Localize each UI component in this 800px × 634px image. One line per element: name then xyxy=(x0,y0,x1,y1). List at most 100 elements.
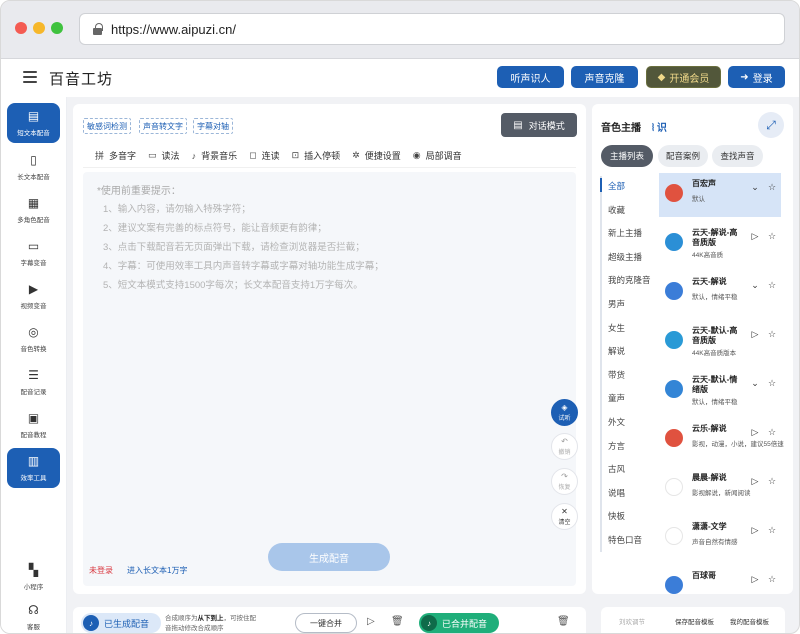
text-input-area[interactable]: *使用前重要提示： 1、输入内容，请勿输入特殊字符； 2、建议文案有完善的标点符… xyxy=(83,172,578,586)
play-icon[interactable]: ▷ xyxy=(750,231,760,241)
my-template-button[interactable]: 我的配音模板 xyxy=(730,616,769,626)
sensitive-word-link[interactable]: 敏感词检测 xyxy=(83,118,131,134)
dialog-mode-button[interactable]: ▤ 对话模式 xyxy=(501,113,577,137)
category-item[interactable]: 超级主播 xyxy=(608,251,642,263)
template-adjust[interactable]: 刘欢调节 xyxy=(619,616,645,626)
tool-settings[interactable]: ✲ 便捷设置 xyxy=(352,149,401,162)
generated-audio-pill[interactable]: ♪ 已生成配音 xyxy=(81,613,162,633)
voice-name: 百宏声 xyxy=(692,179,716,188)
category-item[interactable]: 方言 xyxy=(608,440,625,452)
play-icon[interactable]: ▷ xyxy=(750,427,760,437)
voice-item[interactable]: 云天-解说 默认，情绪平稳 ⌄ ☆ xyxy=(659,271,781,315)
category-item[interactable]: 带货 xyxy=(608,369,625,381)
play-icon[interactable]: ▷ xyxy=(750,525,760,535)
category-item[interactable]: 童声 xyxy=(608,392,625,404)
sidebar-item-subtitle[interactable]: ▭ 字幕变音 xyxy=(7,233,60,273)
merged-audio-pill[interactable]: ♪ 已合并配音 xyxy=(419,613,500,633)
category-item[interactable]: 男声 xyxy=(608,298,625,310)
tool-tune[interactable]: ◉ 局部调音 xyxy=(413,149,462,162)
play-icon[interactable]: ▷ xyxy=(750,476,760,486)
category-item[interactable]: 说唱 xyxy=(608,487,625,499)
star-icon[interactable]: ☆ xyxy=(767,182,777,192)
play-icon[interactable]: ▷ xyxy=(367,616,375,627)
sidebar-item-short-text[interactable]: ▤ 短文本配音 xyxy=(7,103,60,143)
tool-link-read[interactable]: ◻ 连读 xyxy=(249,149,280,162)
category-item[interactable]: 女生 xyxy=(608,322,625,334)
vip-button[interactable]: ◆ 开通会员 xyxy=(646,66,721,88)
tab-cases[interactable]: 配音案例 xyxy=(658,145,708,167)
voice-item[interactable]: 云乐-解说 影视，动漫，小说，建议55倍速 ▷ ☆ xyxy=(659,418,784,462)
sidebar-item-miniprogram[interactable]: ▚ 小程序 xyxy=(7,557,60,597)
listen-button[interactable]: ◈ 试听 xyxy=(551,399,578,426)
category-item[interactable]: 古风 xyxy=(608,463,625,475)
tool-pause[interactable]: ⊡ 插入停顿 xyxy=(292,149,341,162)
clear-button[interactable]: ✕ 清空 xyxy=(551,503,578,530)
category-item[interactable]: 全部 xyxy=(608,180,625,192)
undo-icon: ↶ xyxy=(561,436,568,446)
category-item[interactable]: 外文 xyxy=(608,416,625,428)
sidebar-item-support[interactable]: ☊ 客服 xyxy=(7,597,60,633)
star-icon[interactable]: ☆ xyxy=(767,231,777,241)
merged-audio-label: 已合并配音 xyxy=(442,618,488,629)
star-icon[interactable]: ☆ xyxy=(767,525,777,535)
chevron-down-icon[interactable]: ⌄ xyxy=(750,378,760,388)
maximize-window-button[interactable] xyxy=(51,22,63,34)
login-button[interactable]: ➜ 登录 xyxy=(728,66,785,88)
merge-button[interactable]: 一键合并 xyxy=(295,613,357,633)
close-window-button[interactable] xyxy=(15,22,27,34)
sidebar-item-tutorial[interactable]: ▣ 配音教程 xyxy=(7,405,60,445)
voice-item[interactable]: 云天-默认-高音质版 44K高音质版本 ▷ ☆ xyxy=(659,320,781,364)
tool-label: 插入停顿 xyxy=(304,151,341,161)
category-item[interactable]: 快板 xyxy=(608,510,625,522)
voice-item[interactable]: 百球哥 ▷ ☆ xyxy=(659,565,781,594)
generate-button[interactable]: 生成配音 xyxy=(268,543,390,571)
tab-anchor-list[interactable]: 主播列表 xyxy=(601,145,653,167)
category-item[interactable]: 收藏 xyxy=(608,204,625,216)
voice-item[interactable]: 百宏声 默认 ⌄ ☆ xyxy=(659,173,781,217)
sidebar-item-video[interactable]: ▶ 视频变音 xyxy=(7,276,60,316)
subtitle-align-link[interactable]: 字幕对轴 xyxy=(193,118,233,134)
category-item[interactable]: 特色口音 xyxy=(608,534,642,546)
star-icon[interactable]: ☆ xyxy=(767,427,777,437)
category-item[interactable]: 我的克隆音 xyxy=(608,274,651,286)
category-item[interactable]: 新上主播 xyxy=(608,227,642,239)
tool-reading[interactable]: ▭ 读法 xyxy=(148,149,180,162)
star-icon[interactable]: ☆ xyxy=(767,329,777,339)
expand-icon[interactable]: ⤢ xyxy=(758,112,784,138)
star-icon[interactable]: ☆ xyxy=(767,476,777,486)
voice-item[interactable]: 晨晨-解说 影视解说，新闻阅读 ▷ ☆ xyxy=(659,467,781,511)
star-icon[interactable]: ☆ xyxy=(767,378,777,388)
save-template-button[interactable]: 保存配音模板 xyxy=(675,616,714,626)
voice-recognize-link[interactable]: ⦚ 识 xyxy=(652,119,667,134)
voice-clone-button[interactable]: 声音克隆 xyxy=(571,66,638,88)
sidebar-item-long-text[interactable]: ▯ 长文本配音 xyxy=(7,147,60,187)
sidebar-item-record[interactable]: ☰ 配音记录 xyxy=(7,362,60,402)
long-text-link[interactable]: 进入长文本1万字 xyxy=(127,565,187,576)
tool-bgm[interactable]: ♪ 背景音乐 xyxy=(192,149,238,162)
address-bar[interactable]: https://www.aipuzi.cn/ xyxy=(79,13,785,45)
chevron-down-icon[interactable]: ⌄ xyxy=(750,182,760,192)
undo-label: 撤销 xyxy=(558,449,571,456)
voice-item[interactable]: 云天-解说-高音质版 44K高音质 ▷ ☆ xyxy=(659,222,781,266)
tool-polyphone[interactable]: 拼 多音字 xyxy=(95,149,136,162)
sidebar-item-voice-convert[interactable]: ◎ 音色转换 xyxy=(7,319,60,359)
sidebar-item-toolbox[interactable]: ▥ 效率工具 xyxy=(7,448,60,488)
minimize-window-button[interactable] xyxy=(33,22,45,34)
play-icon[interactable]: ▷ xyxy=(750,574,760,584)
star-icon[interactable]: ☆ xyxy=(767,280,777,290)
trash-icon[interactable]: 🗑 xyxy=(557,616,570,627)
trash-icon[interactable]: 🗑 xyxy=(391,616,404,627)
speech-to-text-link[interactable]: 声音转文字 xyxy=(139,118,187,134)
undo-button[interactable]: ↶ 撤销 xyxy=(551,433,578,460)
voice-item[interactable]: 云天-默认-情绪版 默认，情绪平稳 ⌄ ☆ xyxy=(659,369,781,413)
sidebar-item-multi-role[interactable]: ▦ 多角色配音 xyxy=(7,190,60,230)
chevron-down-icon[interactable]: ⌄ xyxy=(750,280,760,290)
redo-button[interactable]: ↷ 恢复 xyxy=(551,468,578,495)
category-item[interactable]: 解说 xyxy=(608,345,625,357)
voice-item[interactable]: 潇潇-文学 声音自然有情感 ▷ ☆ xyxy=(659,516,781,560)
star-icon[interactable]: ☆ xyxy=(767,574,777,584)
play-icon[interactable]: ▷ xyxy=(750,329,760,339)
voice-identify-button[interactable]: 听声识人 xyxy=(497,66,564,88)
tab-find-voice[interactable]: 查找声音 xyxy=(712,145,763,167)
menu-icon[interactable] xyxy=(23,71,37,83)
